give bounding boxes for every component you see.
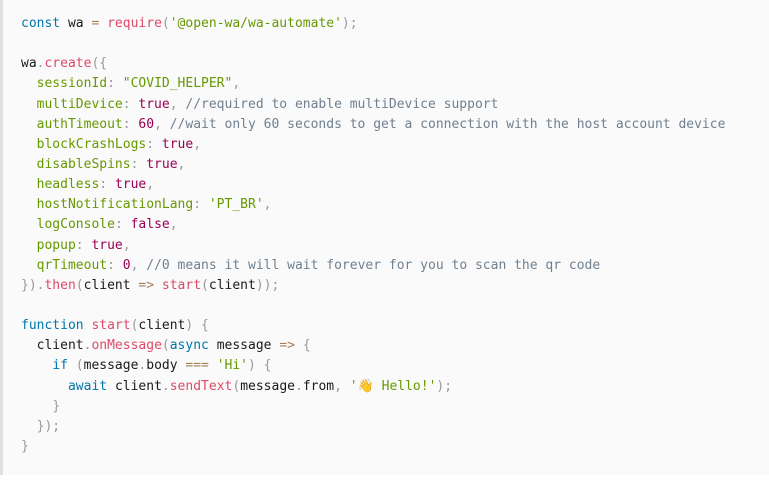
message-check-value: 'Hi' <box>217 358 248 373</box>
blockcrashlogs-value: true <box>162 137 193 152</box>
authtimeout-value: 60 <box>138 117 154 132</box>
multidevice-value: true <box>138 97 169 112</box>
qrtimeout-comment: //0 means it will wait forever for you t… <box>146 258 600 273</box>
multidevice-comment: //required to enable multiDevice support <box>185 97 498 112</box>
popup-value: true <box>91 238 122 253</box>
session-id-value: "COVID_HELPER" <box>123 76 233 91</box>
require-module: '@open-wa/wa-automate' <box>170 16 342 31</box>
code-content: const wa = require('@open-wa/wa-automate… <box>21 14 751 457</box>
hostlang-value: 'PT_BR' <box>209 197 264 212</box>
code-block: const wa = require('@open-wa/wa-automate… <box>0 0 769 475</box>
authtimeout-comment: //wait only 60 seconds to get a connecti… <box>170 117 726 132</box>
reply-text-value: '👋 Hello!' <box>350 379 437 394</box>
qrtimeout-value: 0 <box>123 258 131 273</box>
disablespins-value: true <box>146 157 177 172</box>
headless-value: true <box>115 177 146 192</box>
logconsole-value: false <box>131 217 170 232</box>
